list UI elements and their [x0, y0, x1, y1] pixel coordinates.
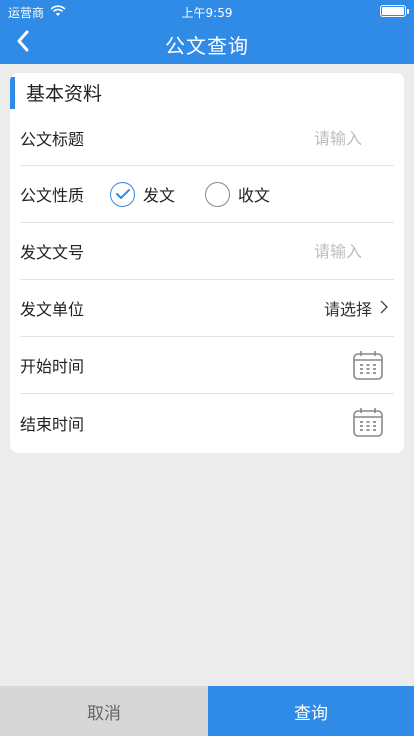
unit-row: 发文单位 请选择: [20, 280, 394, 337]
status-bar: 运营商 上午9:59: [0, 0, 414, 22]
doc-no-input[interactable]: [212, 223, 362, 279]
battery-icon: [380, 5, 409, 17]
basic-info-card: 基本资料 公文标题 公文性质 发文 收文 发文文号 发文单位: [10, 73, 404, 453]
nature-radio-group: 发文 收文: [110, 181, 271, 207]
title-input[interactable]: [212, 111, 362, 165]
radio-incoming-label: 收文: [238, 186, 271, 205]
empty-circle-icon: [205, 181, 231, 207]
end-time-row: 结束时间: [20, 394, 394, 451]
check-circle-icon: [110, 181, 135, 207]
doc-no-row: 发文文号: [20, 223, 394, 280]
status-time: 上午9:59: [181, 6, 233, 20]
calendar-icon[interactable]: [352, 406, 384, 442]
end-time-label: 结束时间: [20, 414, 85, 434]
chevron-right-icon: [380, 299, 388, 318]
query-button[interactable]: 查询: [208, 686, 414, 736]
unit-label: 发文单位: [20, 300, 85, 319]
calendar-icon[interactable]: [352, 349, 384, 385]
title-label: 公文标题: [20, 130, 85, 149]
title-row: 公文标题: [20, 111, 394, 166]
page-title: 公文查询: [165, 34, 249, 58]
start-time-row: 开始时间: [20, 337, 394, 394]
nature-row: 公文性质 发文 收文: [20, 166, 394, 223]
doc-no-label: 发文文号: [20, 243, 85, 262]
cancel-button[interactable]: 取消: [0, 686, 208, 736]
radio-incoming[interactable]: 收文: [205, 181, 271, 207]
section-header: 基本资料: [10, 73, 404, 111]
section-accent-bar: [10, 77, 15, 109]
unit-select[interactable]: 请选择: [324, 296, 388, 320]
footer-bar: 取消 查询: [0, 686, 414, 736]
radio-outgoing[interactable]: 发文: [110, 181, 176, 207]
start-time-label: 开始时间: [20, 357, 85, 376]
radio-outgoing-label: 发文: [143, 186, 176, 205]
section-title: 基本资料: [26, 82, 103, 105]
nav-bar: 公文查询: [0, 22, 414, 64]
unit-select-value: 请选择: [323, 300, 372, 319]
nature-label: 公文性质: [20, 186, 85, 205]
